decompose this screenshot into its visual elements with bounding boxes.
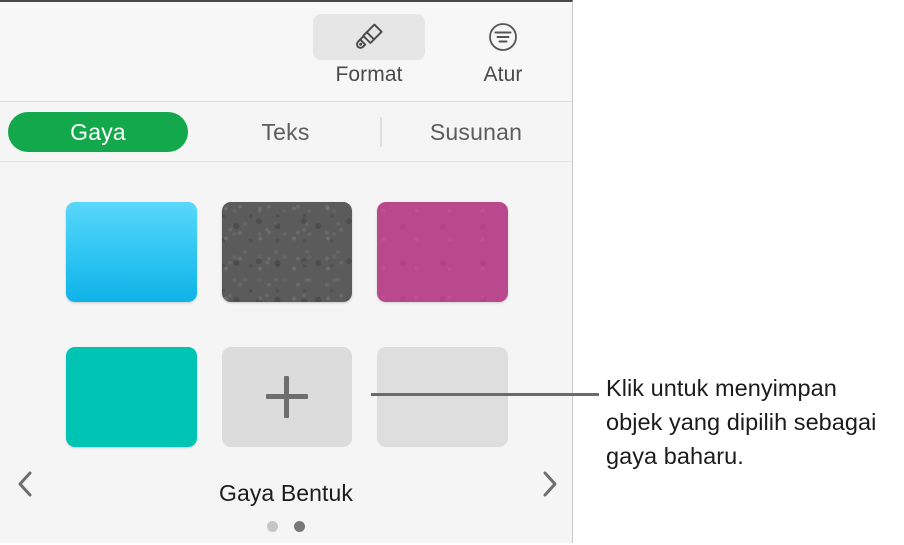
style-swatch-row (66, 347, 509, 447)
format-button[interactable]: Format (313, 14, 425, 88)
style-swatch-empty[interactable] (377, 347, 509, 447)
tab-susunan[interactable]: Susunan (392, 112, 560, 152)
tab-separator (380, 117, 382, 147)
format-inspector-panel: Format Atur Gaya Teks Susunan Gaya Bentu… (0, 0, 573, 543)
style-swatch-pink[interactable] (377, 202, 509, 302)
inspector-toolbar: Format Atur (0, 2, 572, 102)
style-swatch-grid (66, 202, 509, 492)
tab-teks[interactable]: Teks (203, 112, 368, 152)
page-dot-2[interactable] (294, 521, 305, 532)
callout-leader-line (371, 393, 599, 396)
arrange-button-icon-box (447, 14, 559, 60)
styles-footer: Gaya Bentuk (0, 480, 572, 532)
inspector-tab-bar: Gaya Teks Susunan (0, 103, 572, 162)
style-swatch-add-new[interactable] (221, 347, 353, 447)
format-button-label: Format (335, 63, 403, 86)
paintbrush-icon (356, 23, 383, 49)
plus-icon (266, 376, 308, 418)
styles-section-title: Gaya Bentuk (218, 480, 354, 506)
arrange-align-icon (489, 23, 517, 51)
styles-page-dots (0, 521, 572, 532)
page-dot-1[interactable] (267, 521, 278, 532)
shape-styles-area: Gaya Bentuk (0, 162, 572, 545)
style-swatch-gray-texture[interactable] (221, 202, 353, 302)
format-button-icon-box (313, 14, 425, 60)
callout-text: Klik untuk menyimpan objek yang dipilih … (606, 375, 877, 469)
style-swatch-teal[interactable] (66, 347, 197, 447)
tab-gaya[interactable]: Gaya (8, 112, 188, 152)
arrange-button[interactable]: Atur (447, 14, 559, 88)
style-swatch-blue-gradient[interactable] (66, 202, 197, 302)
style-swatch-row (66, 202, 509, 302)
arrange-button-label: Atur (483, 63, 523, 86)
